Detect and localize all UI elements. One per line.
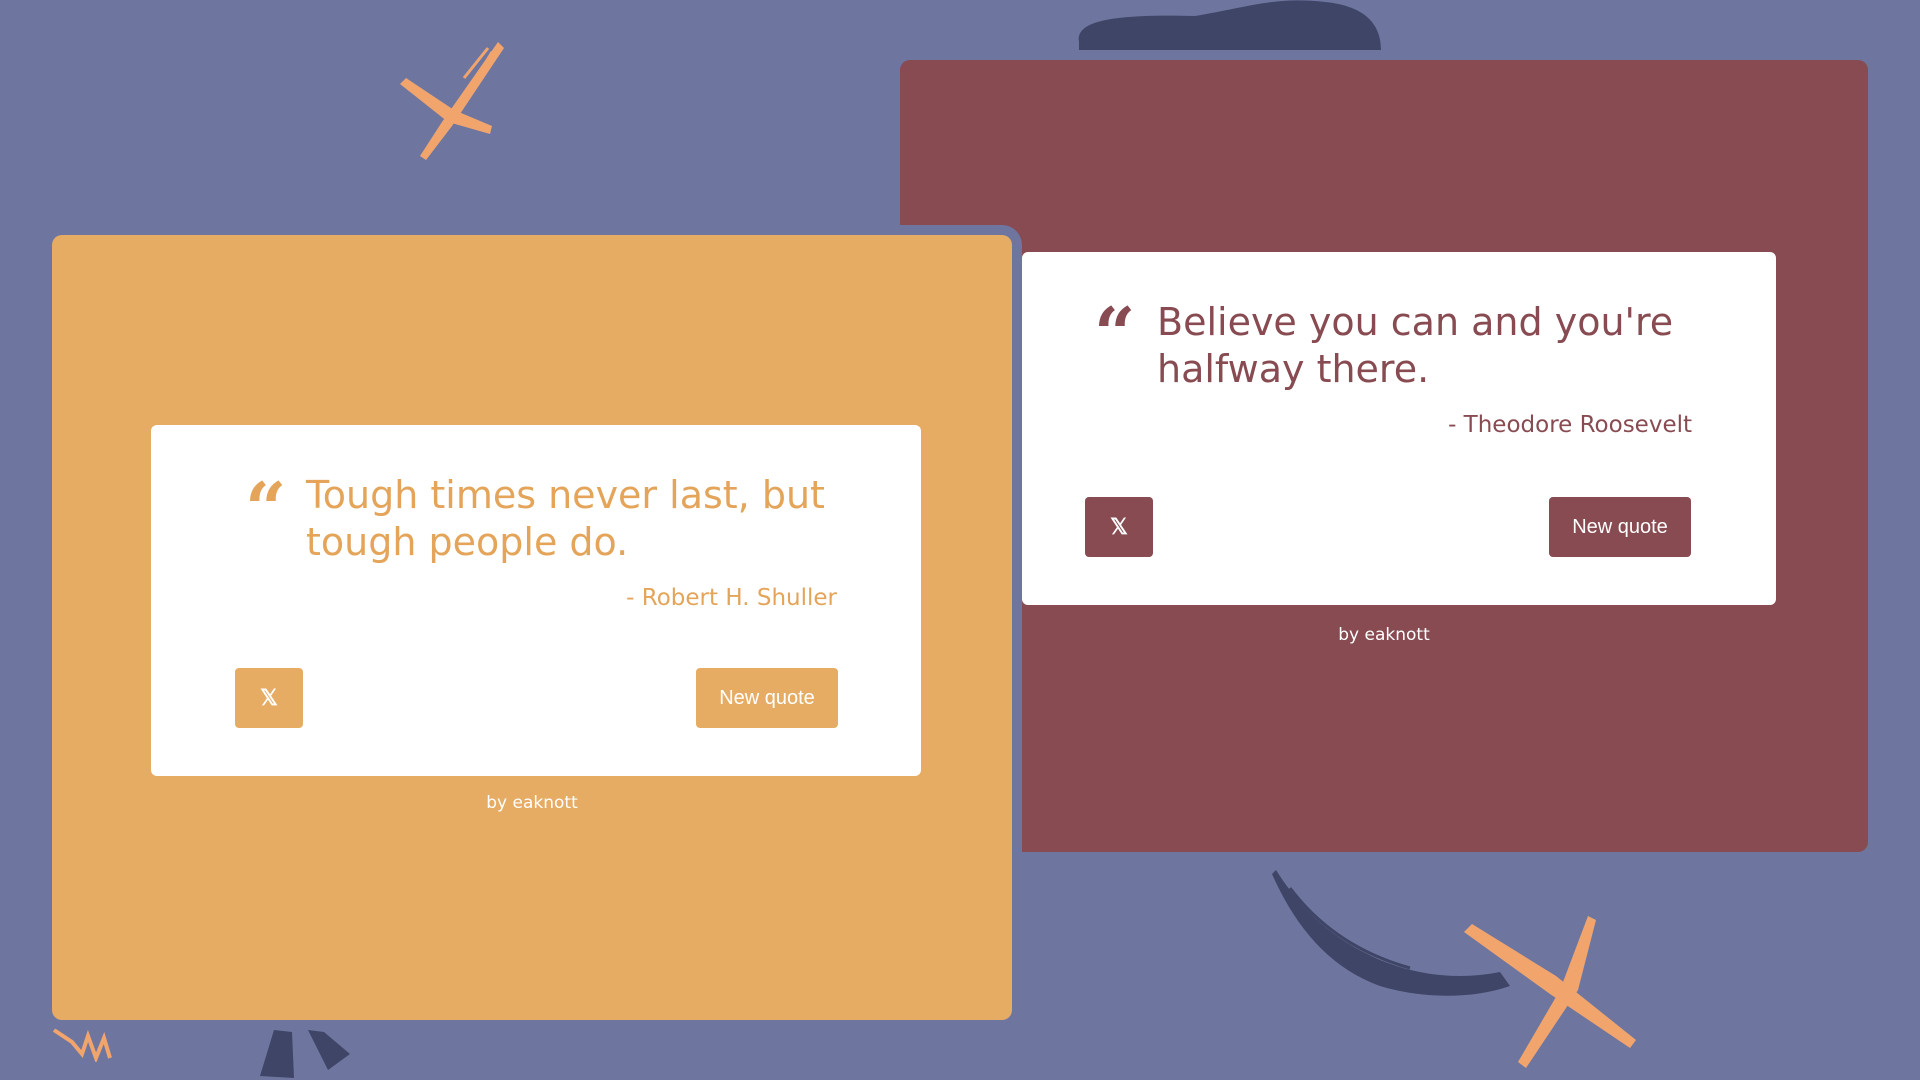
navy-brush-marks: [260, 1030, 350, 1078]
quote-author: - Robert H. Shuller: [626, 585, 837, 611]
peach-cross-brush-top: [400, 42, 504, 160]
peach-brush-fringe: [52, 1028, 112, 1062]
new-quote-button[interactable]: New quote: [696, 668, 838, 728]
quote-text: Tough times never last, but tough people…: [306, 473, 825, 564]
share-on-x-button[interactable]: 𝕏: [1085, 497, 1153, 557]
x-twitter-icon: 𝕏: [1110, 514, 1128, 539]
navy-blob-decoration: [1078, 0, 1381, 51]
orange-quote-card: “ Tough times never last, but tough peop…: [151, 425, 921, 776]
credit-text: by eaknott: [1338, 625, 1430, 645]
quote-left-icon: “: [1094, 291, 1135, 376]
credit-text: by eaknott: [486, 793, 578, 813]
quote-author: - Theodore Roosevelt: [1448, 412, 1692, 438]
quote-left-icon: “: [245, 466, 286, 551]
share-on-x-button[interactable]: 𝕏: [235, 668, 303, 728]
peach-cross-brush-bottom: [1464, 916, 1636, 1068]
new-quote-button[interactable]: New quote: [1549, 497, 1691, 557]
x-twitter-icon: 𝕏: [260, 685, 278, 710]
maroon-quote-card: “ Believe you can and you're halfway the…: [1022, 252, 1776, 605]
quote-text: Believe you can and you're halfway there…: [1157, 300, 1674, 391]
